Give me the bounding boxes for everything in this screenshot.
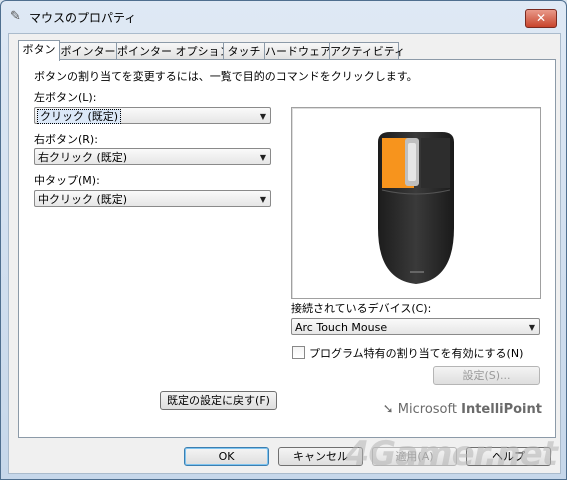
- tab-hardware[interactable]: ハードウェア: [264, 42, 331, 60]
- arc-touch-mouse-image: [378, 132, 454, 284]
- chevron-down-icon: ▼: [528, 323, 535, 332]
- chevron-down-icon: ▼: [259, 153, 266, 162]
- connected-device-select[interactable]: Arc Touch Mouse ▼: [291, 318, 540, 335]
- instruction-text: ボタンの割り当てを変更するには、一覧で目的のコマンドをクリックします。: [34, 70, 418, 83]
- tab-touch[interactable]: タッチ: [223, 42, 265, 60]
- dialog-client: ボタン ポインター ポインター オプション タッチ ハードウェア アクティビティ…: [8, 33, 561, 474]
- left-button-label: 左ボタン(L):: [34, 91, 97, 104]
- watermark-logo: 4Gamer.net: [345, 434, 558, 474]
- connected-device-label: 接続されているデバイス(C):: [291, 302, 432, 315]
- program-specific-label[interactable]: プログラム特有の割り当てを有効にする(N): [309, 345, 523, 361]
- ok-button[interactable]: OK: [184, 447, 269, 466]
- buttons-tab-panel: ボタンの割り当てを変更するには、一覧で目的のコマンドをクリックします。 左ボタン…: [18, 59, 556, 438]
- brand-name: IntelliPoint: [461, 402, 542, 417]
- left-button-value: クリック (既定): [37, 109, 122, 124]
- settings-button[interactable]: 設定(S)...: [433, 366, 540, 385]
- chevron-down-icon: ▼: [259, 112, 266, 121]
- brand-prefix: Microsoft: [397, 402, 457, 417]
- window-title: マウスのプロパティ: [29, 11, 137, 25]
- left-button-select[interactable]: クリック (既定) ▼: [34, 107, 271, 124]
- chevron-down-icon: ▼: [259, 195, 266, 204]
- right-button-select[interactable]: 右クリック (既定) ▼: [34, 148, 271, 165]
- middle-tap-value: 中クリック (既定): [38, 193, 128, 206]
- tab-pointer[interactable]: ポインター: [59, 42, 117, 60]
- right-button-label: 右ボタン(R):: [34, 133, 98, 146]
- mouse-properties-window: ✎ マウスのプロパティ ✕ ボタン ポインター ポインター オプション タッチ …: [0, 0, 567, 480]
- tab-pointer-options[interactable]: ポインター オプション: [116, 42, 231, 60]
- program-specific-checkbox[interactable]: [292, 346, 305, 359]
- close-button[interactable]: ✕: [525, 9, 557, 28]
- connected-device-value: Arc Touch Mouse: [295, 321, 388, 334]
- tab-buttons[interactable]: ボタン: [18, 40, 60, 61]
- tab-activity[interactable]: アクティビティ: [329, 42, 405, 60]
- cursor-icon: ➘: [382, 402, 394, 417]
- middle-tap-label: 中タップ(M):: [34, 174, 100, 187]
- middle-tap-select[interactable]: 中クリック (既定) ▼: [34, 190, 271, 207]
- restore-defaults-button[interactable]: 既定の設定に戻す(F): [160, 391, 277, 410]
- title-bar[interactable]: ✎ マウスのプロパティ ✕: [1, 1, 566, 31]
- mouse-preview: [291, 107, 541, 299]
- intellipoint-logo: ➘ Microsoft IntelliPoint: [383, 402, 542, 417]
- mouse-icon: ✎: [10, 9, 21, 24]
- right-button-value: 右クリック (既定): [38, 151, 128, 164]
